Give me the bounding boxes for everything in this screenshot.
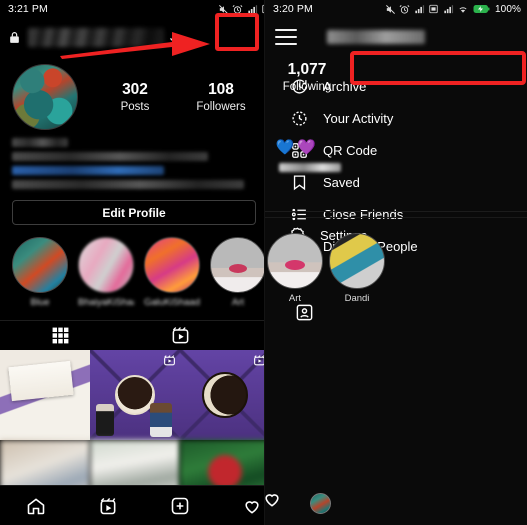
activity-heart-icon xyxy=(265,494,279,507)
highlight-item-overlap-dandi[interactable]: Dandi xyxy=(328,233,386,304)
stat-followers[interactable]: 108 Followers xyxy=(178,80,264,115)
tagged-tab-icon xyxy=(296,304,313,321)
bio-cover-text xyxy=(279,163,341,172)
add-post-icon xyxy=(171,497,189,514)
status-icons-right: 100% xyxy=(385,4,521,15)
alarm-icon xyxy=(399,4,410,14)
highlight-item[interactable]: GaluKiShaadi xyxy=(144,237,200,308)
reel-badge-icon xyxy=(164,355,175,366)
overlap-following-count: 1,077 xyxy=(287,61,327,78)
grid-post[interactable] xyxy=(180,350,270,440)
highlight-item[interactable]: Blue xyxy=(12,237,68,308)
highlight-thumb xyxy=(210,237,266,293)
highlight-thumb xyxy=(329,233,385,289)
home-icon xyxy=(27,497,45,514)
grid-post[interactable] xyxy=(90,350,180,440)
bio-line xyxy=(12,138,68,147)
overlap-following-label: Following xyxy=(282,81,332,93)
followers-count: 108 xyxy=(208,80,234,98)
tab-grid[interactable] xyxy=(0,326,120,345)
activity-heart-icon xyxy=(245,500,259,514)
grid-tab-icon xyxy=(52,327,68,344)
edit-profile-button[interactable]: Edit Profile xyxy=(12,200,256,225)
tab-reels[interactable] xyxy=(120,326,240,345)
signal-icon xyxy=(414,5,424,14)
status-time-right: 3:20 PM xyxy=(273,3,313,15)
bookmark-icon xyxy=(289,174,309,191)
nav-home[interactable] xyxy=(0,496,72,516)
bio-emojis: 💙💜 xyxy=(275,139,319,156)
reels-tab-icon xyxy=(172,327,188,344)
drawer-username xyxy=(327,30,425,44)
bio-line xyxy=(12,152,208,161)
highlight-item[interactable]: BhaiyaKiShaadi xyxy=(78,237,134,308)
highlight-label: GaluKiShaadi xyxy=(144,297,200,308)
battery-percent-right: 100% xyxy=(495,3,521,15)
nav-activity-overlap[interactable] xyxy=(262,489,282,514)
highlight-thumb xyxy=(267,233,323,289)
highlight-label: Art xyxy=(231,297,245,308)
reels-icon xyxy=(100,497,116,514)
highlight-thumb xyxy=(12,237,68,293)
menu-label-saved: Saved xyxy=(323,174,360,190)
status-bar-right: 3:20 PM 100% xyxy=(265,0,527,18)
menu-label-qr-code: QR Code xyxy=(323,142,378,158)
highlight-label: Dandi xyxy=(344,293,370,304)
red-arrow-pointer xyxy=(60,32,210,59)
signal-2-icon xyxy=(443,5,453,14)
mute-icon xyxy=(385,4,395,14)
menu-label-your-activity: Your Activity xyxy=(323,110,394,126)
activity-clock-icon xyxy=(289,110,309,127)
hamburger-menu-highlight xyxy=(215,13,259,51)
highlight-item-overlap-art[interactable]: Art xyxy=(266,233,324,304)
menu-item-your-activity[interactable]: Your Activity xyxy=(265,102,527,134)
bio-line xyxy=(12,166,164,175)
battery-icon xyxy=(473,5,490,13)
screenshot-root: 3:21 PM 100% ⌄ 302 xyxy=(0,0,527,525)
nav-reels[interactable] xyxy=(72,496,144,516)
posts-label: Posts xyxy=(120,100,150,113)
highlight-label: BhaiyaKiShaadi xyxy=(78,297,134,308)
status-time-left: 3:21 PM xyxy=(8,3,48,15)
grid-post[interactable] xyxy=(0,350,90,440)
lock-icon xyxy=(10,31,19,43)
nav-profile-avatar-overlap[interactable] xyxy=(310,493,331,514)
hamburger-menu-icon[interactable] xyxy=(275,29,297,45)
bio-line xyxy=(12,180,244,189)
posts-count: 302 xyxy=(122,80,148,98)
followers-label: Followers xyxy=(196,100,246,113)
highlight-thumb xyxy=(144,237,200,293)
highlight-label: Blue xyxy=(30,297,50,308)
menu-divider xyxy=(265,211,527,212)
wifi-icon xyxy=(459,6,467,13)
profile-avatar[interactable] xyxy=(12,64,78,130)
nav-add-post[interactable] xyxy=(144,496,216,516)
overlap-stat-following: 1,077 Following xyxy=(264,60,350,95)
highlight-item[interactable]: Art xyxy=(210,237,266,308)
sim-icon xyxy=(429,4,438,14)
highlight-thumb xyxy=(78,237,134,293)
stat-posts[interactable]: 302 Posts xyxy=(92,80,178,115)
archive-menu-highlight xyxy=(350,51,526,85)
tab-tagged-overlap[interactable] xyxy=(295,303,314,327)
